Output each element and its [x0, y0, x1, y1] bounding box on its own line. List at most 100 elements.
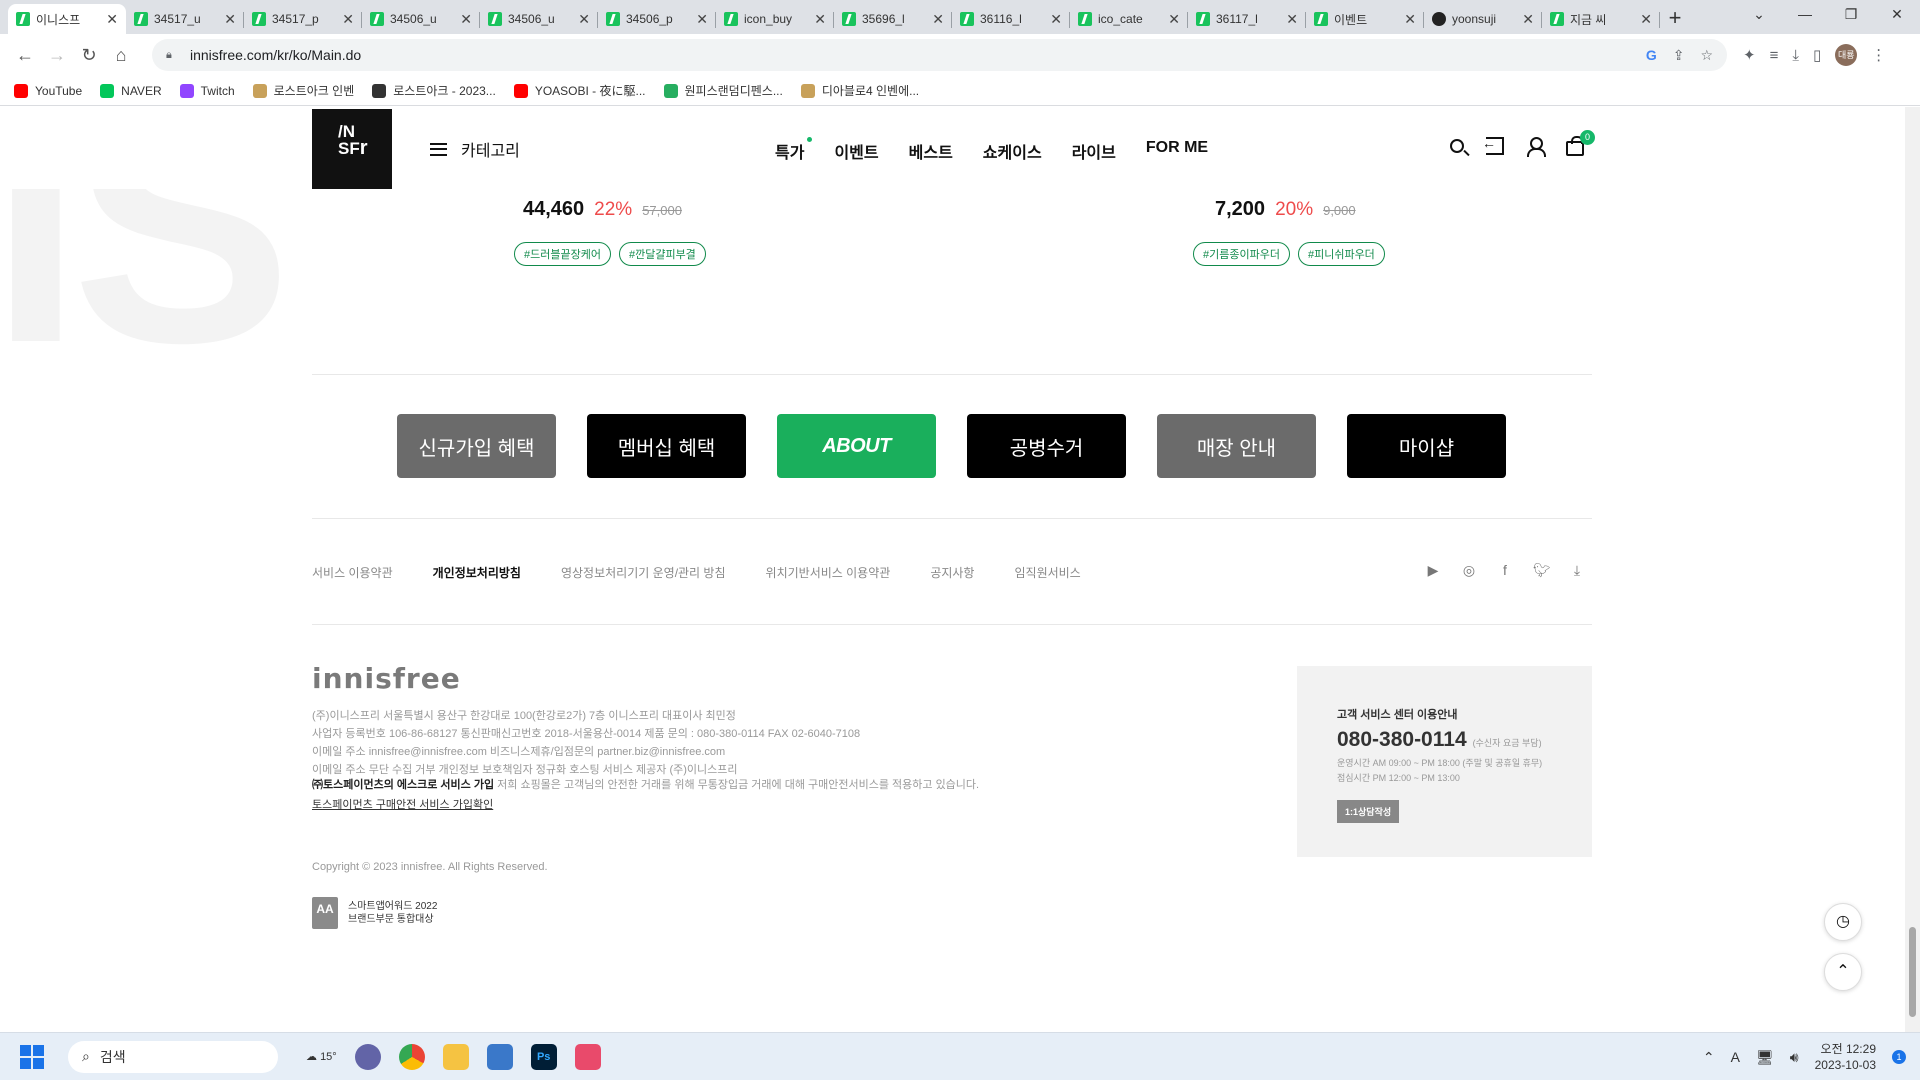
- notepad-icon[interactable]: [486, 1043, 513, 1070]
- youtube-icon[interactable]: ▶: [1425, 562, 1441, 578]
- cart-icon[interactable]: 0: [1566, 129, 1595, 156]
- notification-badge[interactable]: 1: [1892, 1050, 1906, 1064]
- tab-search-icon[interactable]: ⌄: [1736, 0, 1782, 30]
- close-tab-icon[interactable]: ✕: [224, 11, 236, 28]
- chat-app-icon[interactable]: [354, 1043, 381, 1070]
- quick-link-button[interactable]: 매장 안내: [1157, 414, 1316, 478]
- scroll-top-button[interactable]: ⌃: [1824, 953, 1862, 991]
- browser-tab[interactable]: 36116_l ✕: [952, 4, 1070, 34]
- close-tab-icon[interactable]: ✕: [1404, 11, 1416, 28]
- browser-tab[interactable]: 35696_l ✕: [834, 4, 952, 34]
- footer-link[interactable]: 위치기반서비스 이용약관: [766, 564, 891, 581]
- volume-icon[interactable]: 🔊︎: [1790, 1049, 1799, 1066]
- quick-link-button[interactable]: ABOUT: [777, 414, 936, 478]
- user-icon[interactable]: [1526, 137, 1546, 157]
- google-icon[interactable]: G: [1646, 47, 1657, 64]
- product-tag[interactable]: #깐달걀피부결: [618, 242, 706, 266]
- close-tab-icon[interactable]: ✕: [1522, 11, 1534, 28]
- browser-tab[interactable]: ico_cate ✕: [1070, 4, 1188, 34]
- bookmark-item[interactable]: NAVER: [100, 83, 162, 98]
- side-panel-icon[interactable]: ▯: [1813, 46, 1821, 64]
- download-icon[interactable]: ⤓: [1569, 562, 1585, 578]
- download-icon[interactable]: ⤓: [1792, 47, 1799, 64]
- browser-tab[interactable]: 이벤트 ✕: [1306, 4, 1424, 34]
- clock[interactable]: 오전 12:29 2023-10-03: [1815, 1041, 1876, 1073]
- product-tag[interactable]: #피니쉬파우더: [1297, 242, 1385, 266]
- footer-link[interactable]: 영상정보처리기기 운영/관리 방침: [561, 564, 726, 581]
- site-logo[interactable]: /N SFr: [312, 109, 392, 189]
- profile-avatar[interactable]: 대룡: [1835, 44, 1858, 66]
- page-scrollbar[interactable]: [1905, 107, 1920, 1032]
- new-tab-button[interactable]: +: [1660, 4, 1690, 34]
- close-tab-icon[interactable]: ✕: [696, 11, 708, 28]
- scrollbar-thumb[interactable]: [1909, 927, 1916, 1017]
- ime-indicator[interactable]: A: [1731, 1049, 1740, 1065]
- close-tab-icon[interactable]: ✕: [814, 11, 826, 28]
- category-button[interactable]: 카테고리: [430, 137, 520, 161]
- start-button[interactable]: [20, 1044, 44, 1069]
- browser-tab[interactable]: yoonsuji ✕: [1424, 4, 1542, 34]
- browser-tab[interactable]: icon_buy ✕: [716, 4, 834, 34]
- footer-link[interactable]: 임직원서비스: [1014, 564, 1080, 581]
- quick-link-button[interactable]: 신규가입 혜택: [397, 414, 556, 478]
- snipping-tool-icon[interactable]: [574, 1043, 601, 1070]
- nav-item[interactable]: 특가: [775, 137, 813, 163]
- close-tab-icon[interactable]: ✕: [1050, 11, 1062, 28]
- browser-tab[interactable]: 34506_u ✕: [362, 4, 480, 34]
- back-button[interactable]: ←: [10, 40, 40, 70]
- weather-widget[interactable]: ☁︎ 15°: [306, 1050, 337, 1063]
- nav-item[interactable]: 쇼케이스: [983, 139, 1042, 163]
- nav-item[interactable]: 라이브: [1072, 139, 1116, 163]
- menu-icon[interactable]: ⋮: [1871, 46, 1886, 64]
- facebook-icon[interactable]: f: [1497, 562, 1513, 578]
- bookmark-item[interactable]: YouTube: [14, 83, 82, 98]
- chevron-up-icon[interactable]: ⌃: [1703, 1049, 1715, 1066]
- close-window-button[interactable]: ✕: [1874, 0, 1920, 30]
- close-tab-icon[interactable]: ✕: [1168, 11, 1180, 28]
- bookmark-item[interactable]: YOASOBI - 夜に駆...: [513, 82, 646, 99]
- search-icon[interactable]: [1450, 139, 1464, 153]
- bookmark-item[interactable]: 로스트아크 - 2023...: [372, 82, 496, 99]
- footer-link[interactable]: 서비스 이용약관: [312, 564, 393, 581]
- browser-tab[interactable]: 34517_p ✕: [244, 4, 362, 34]
- media-icon[interactable]: ≡: [1770, 47, 1779, 64]
- browser-tab[interactable]: 34506_u ✕: [480, 4, 598, 34]
- share-icon[interactable]: ⇪: [1673, 47, 1685, 64]
- home-button[interactable]: ⌂: [106, 40, 136, 70]
- file-explorer-icon[interactable]: [442, 1043, 469, 1070]
- close-tab-icon[interactable]: ✕: [106, 11, 118, 28]
- minimize-button[interactable]: —: [1782, 0, 1828, 30]
- nav-item[interactable]: FOR ME: [1146, 139, 1208, 163]
- inquiry-button[interactable]: 1:1상담작성: [1337, 800, 1400, 823]
- close-tab-icon[interactable]: ✕: [460, 11, 472, 28]
- close-tab-icon[interactable]: ✕: [1640, 11, 1652, 28]
- bookmark-item[interactable]: 로스트아크 인벤: [252, 82, 354, 99]
- browser-tab[interactable]: 이니스프 ✕: [8, 4, 126, 34]
- network-icon[interactable]: 🖥︎: [1756, 1049, 1774, 1066]
- bookmark-item[interactable]: 원피스랜덤디펜스...: [663, 82, 783, 99]
- recent-view-button[interactable]: ◷: [1824, 903, 1862, 941]
- close-tab-icon[interactable]: ✕: [578, 11, 590, 28]
- quick-link-button[interactable]: 공병수거: [967, 414, 1126, 478]
- close-tab-icon[interactable]: ✕: [1286, 11, 1298, 28]
- address-bar[interactable]: 🔒︎ innisfree.com/kr/ko/Main.do G ⇪ ☆: [152, 39, 1727, 71]
- reload-button[interactable]: ↻: [74, 40, 104, 70]
- quick-link-button[interactable]: 마이샵: [1347, 414, 1506, 478]
- nav-item[interactable]: 베스트: [909, 139, 953, 163]
- login-icon[interactable]: [1482, 135, 1504, 155]
- bookmark-star-icon[interactable]: ☆: [1700, 47, 1713, 64]
- close-tab-icon[interactable]: ✕: [932, 11, 944, 28]
- product-tag[interactable]: #드러블끝장케어: [514, 242, 611, 266]
- browser-tab[interactable]: 36117_l ✕: [1188, 4, 1306, 34]
- browser-tab[interactable]: 지금 씨 ✕: [1542, 4, 1660, 34]
- instagram-icon[interactable]: ◎: [1461, 562, 1477, 578]
- quick-link-button[interactable]: 멤버십 혜택: [587, 414, 746, 478]
- bookmark-item[interactable]: Twitch: [179, 83, 235, 98]
- escrow-link[interactable]: 토스페이먼츠 구매안전 서비스 가입확인: [312, 795, 979, 815]
- browser-tab[interactable]: 34517_u ✕: [126, 4, 244, 34]
- chrome-icon[interactable]: [398, 1043, 425, 1070]
- nav-item[interactable]: 이벤트: [834, 139, 878, 163]
- restore-button[interactable]: ❐: [1828, 0, 1874, 30]
- bookmark-item[interactable]: 디아블로4 인벤에...: [800, 82, 919, 99]
- twitter-icon[interactable]: 🐦︎: [1533, 562, 1551, 578]
